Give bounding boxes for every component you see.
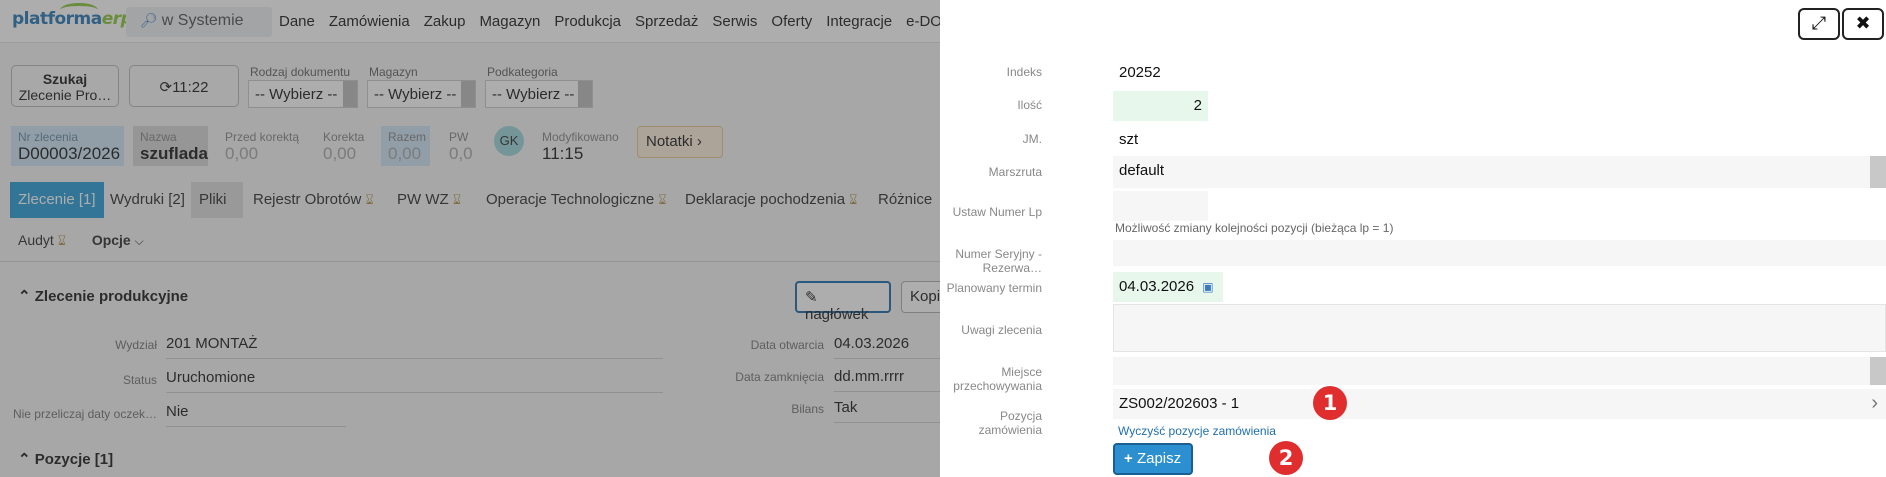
- planowany-termin-value: 04.03.2026: [1119, 278, 1195, 295]
- planowany-termin-input[interactable]: 04.03.2026 ▣: [1113, 272, 1223, 302]
- chevron-right-icon: ›: [1871, 392, 1878, 414]
- marszruta-label: Marszruta: [988, 165, 1042, 179]
- plus-icon: +: [1124, 450, 1133, 467]
- annotation-badge-2: 2: [1269, 441, 1303, 475]
- ustaw-lp-input[interactable]: [1113, 191, 1208, 221]
- indeks-label: Indeks: [1006, 65, 1042, 79]
- modal-backdrop[interactable]: [0, 0, 940, 477]
- pozycja-select[interactable]: ZS002/202603 - 1 ›: [1113, 389, 1886, 419]
- miejsce-select[interactable]: [1113, 357, 1874, 385]
- pozycja-value: ZS002/202603 - 1: [1119, 395, 1240, 412]
- numer-seryjny-label: Numer Seryjny - Rezerwa…: [955, 247, 1042, 275]
- save-label: Zapisz: [1136, 450, 1182, 467]
- ustaw-lp-hint: Możliwość zmiany kolejności pozycji (bie…: [1115, 221, 1394, 235]
- calendar-icon[interactable]: ▣: [1202, 280, 1213, 294]
- miejsce-label: Miejsce przechowywania: [953, 365, 1042, 393]
- jm-label: JM.: [1022, 132, 1042, 146]
- pozycja-label: Pozycja zamówienia: [978, 409, 1042, 437]
- ustaw-lp-label: Ustaw Numer Lp: [952, 205, 1042, 219]
- ilosc-label: Ilość: [1017, 98, 1042, 112]
- ilosc-input[interactable]: 2: [1113, 91, 1208, 121]
- clear-order-position-link[interactable]: Wyczyść pozycje zamówienia: [1118, 424, 1276, 438]
- annotation-badge-1: 1: [1313, 386, 1347, 420]
- expand-icon[interactable]: ⤢: [1798, 8, 1840, 40]
- uwagi-label: Uwagi zlecenia: [961, 323, 1042, 337]
- miejsce-scrollbar[interactable]: [1870, 357, 1886, 385]
- save-button[interactable]: + Zapisz: [1113, 443, 1193, 475]
- marszruta-select[interactable]: default: [1113, 156, 1874, 188]
- numer-seryjny-input[interactable]: [1113, 240, 1886, 266]
- jm-value: szt: [1113, 125, 1313, 155]
- edit-position-panel: ⤢ ✖ Indeks 20252 Ilość 2 JM. szt Marszru…: [940, 0, 1886, 477]
- marszruta-scrollbar[interactable]: [1870, 156, 1886, 188]
- uwagi-textarea[interactable]: [1113, 304, 1886, 352]
- indeks-value: 20252: [1113, 58, 1313, 88]
- planowany-termin-label: Planowany termin: [946, 281, 1042, 295]
- close-icon[interactable]: ✖: [1842, 8, 1884, 40]
